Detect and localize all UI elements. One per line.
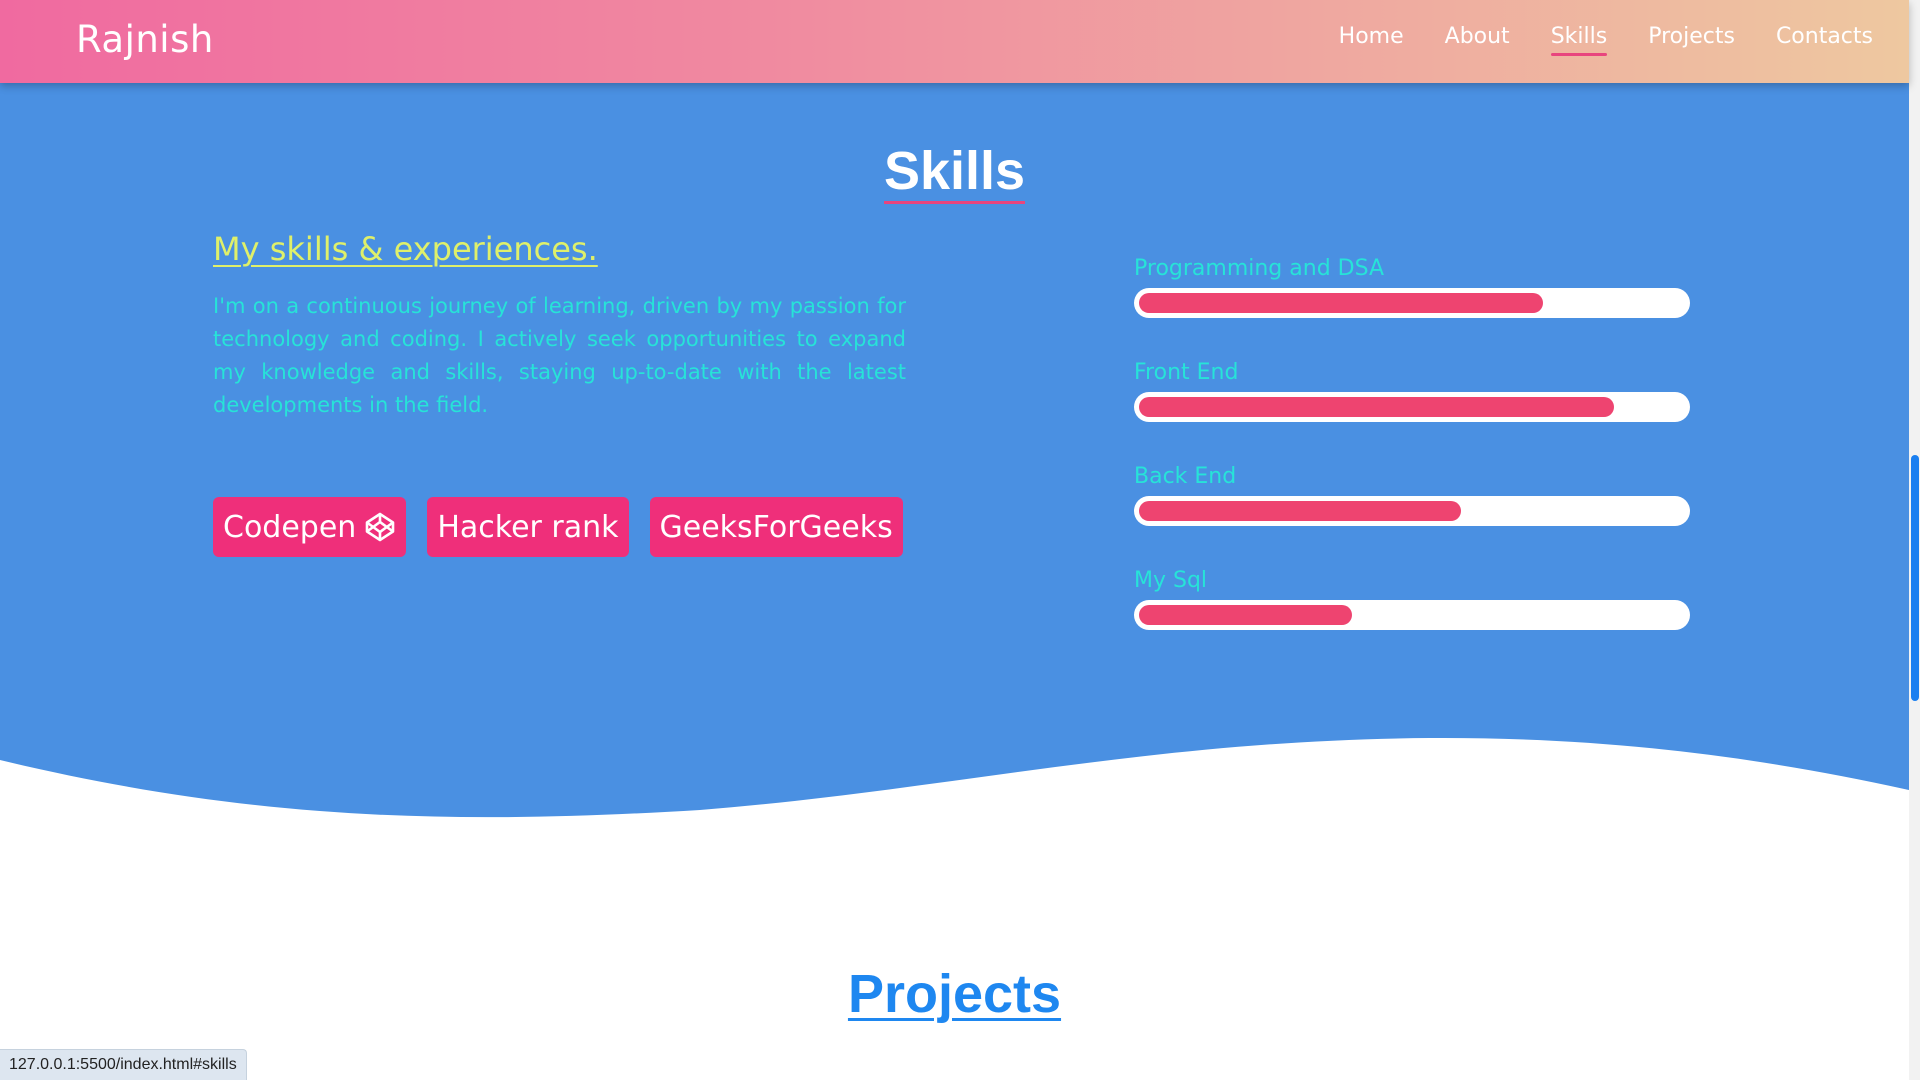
projects-title-link[interactable]: Projects [848,964,1061,1024]
nav-link-contacts[interactable]: Contacts [1776,24,1873,53]
hackerrank-button[interactable]: Hacker rank [427,497,629,557]
geeksforgeeks-button[interactable]: GeeksForGeeks [649,497,903,557]
skills-intro: My skills & experiences. I'm on a contin… [213,230,906,422]
skills-description: I'm on a continuous journey of learning,… [213,294,906,417]
codepen-button-label: Codepen [223,509,357,545]
nav-link-home[interactable]: Home [1339,24,1404,53]
navbar: Rajnish Home About Skills Projects Conta… [0,0,1909,83]
codepen-button[interactable]: Codepen [213,497,407,557]
section-wave-divider [0,737,1909,840]
skill-bar-fill [1139,501,1461,521]
nav-links: Home About Skills Projects Contacts [1339,24,1873,56]
skill-bar-item: Back End [1134,464,1690,568]
projects-title: Projects [0,963,1909,1025]
scrollbar-thumb[interactable] [1911,455,1919,701]
skill-bar-item: My Sql [1134,568,1690,672]
skill-bar-item: Programming and DSA [1134,256,1690,360]
skill-bar-label: Front End [1134,360,1239,385]
skill-bar-label: My Sql [1134,568,1208,593]
page: Skills My skills & experiences. I'm on a… [0,0,1920,1080]
skill-bars: Programming and DSA Front End Back End M… [1134,256,1690,672]
codepen-icon [364,511,396,543]
profile-links: Codepen Hacker rank GeeksForGeeks [213,497,903,557]
nav-link-skills[interactable]: Skills [1550,24,1607,56]
page-scrollbar[interactable] [1909,0,1920,1080]
skill-bar-track [1134,288,1690,318]
skill-bar-fill [1139,605,1352,625]
skill-bar-label: Programming and DSA [1134,256,1385,281]
skills-title: Skills [0,140,1909,204]
skills-subheading: My skills & experiences. [213,230,598,268]
skill-bar-track [1134,600,1690,630]
browser-status-url: 127.0.0.1:5500/index.html#skills [0,1049,247,1080]
nav-link-about[interactable]: About [1445,24,1510,53]
skill-bar-track [1134,392,1690,422]
skill-bar-fill [1139,397,1614,417]
skills-section: Skills My skills & experiences. I'm on a… [0,0,1909,830]
skill-bar-track [1134,496,1690,526]
skill-bar-fill [1139,293,1543,313]
brand-logo[interactable]: Rajnish [76,18,214,61]
nav-link-projects[interactable]: Projects [1648,24,1735,53]
skill-bar-label: Back End [1134,464,1237,489]
skill-bar-item: Front End [1134,360,1690,464]
